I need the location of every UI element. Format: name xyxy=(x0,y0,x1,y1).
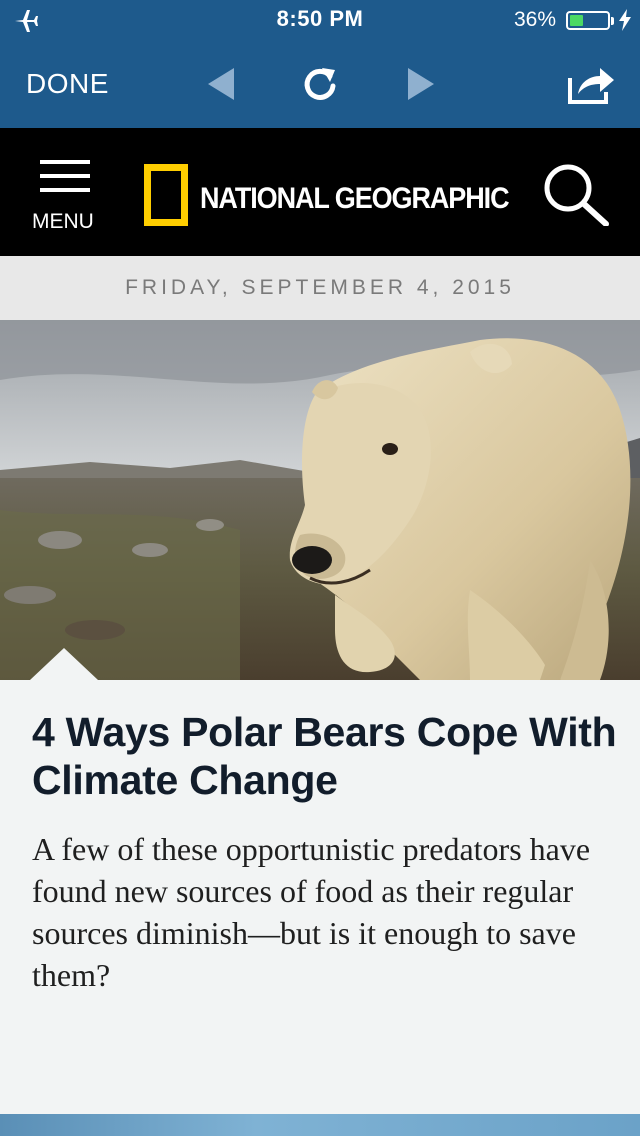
menu-label: MENU xyxy=(32,210,94,233)
charging-bolt-icon xyxy=(619,9,631,31)
status-bar: 8:50 PM 36% xyxy=(0,0,640,40)
share-icon[interactable] xyxy=(566,62,616,106)
back-arrow-icon[interactable] xyxy=(202,64,242,104)
hero-image-polar-bear[interactable] xyxy=(0,320,640,680)
search-icon[interactable] xyxy=(540,162,612,226)
forward-arrow-icon[interactable] xyxy=(400,64,440,104)
site-header: MENU NATIONAL GEOGRAPHIC xyxy=(0,128,640,256)
hamburger-icon xyxy=(30,160,100,192)
battery-percent: 36% xyxy=(513,8,556,31)
browser-chrome: 8:50 PM 36% DONE xyxy=(0,0,640,128)
battery-level-fill xyxy=(570,15,583,26)
article-dek: A few of these opportunistic predators h… xyxy=(32,831,591,993)
menu-button[interactable]: MENU xyxy=(30,160,100,233)
yellow-border-logo-icon xyxy=(144,164,188,226)
reload-icon[interactable] xyxy=(300,64,340,104)
browser-toolbar: DONE xyxy=(0,44,640,128)
site-logo[interactable]: NATIONAL GEOGRAPHIC xyxy=(142,164,510,228)
article-headline[interactable]: 4 Ways Polar Bears Cope With Climate Cha… xyxy=(32,708,622,804)
next-article-image-edge[interactable] xyxy=(0,1114,640,1136)
battery-icon xyxy=(566,11,614,30)
caret-pointer xyxy=(30,648,98,680)
date-bar: FRIDAY, SEPTEMBER 4, 2015 xyxy=(0,256,640,320)
brand-wordmark: NATIONAL GEOGRAPHIC xyxy=(200,182,510,215)
article-card[interactable]: 4 Ways Polar Bears Cope With Climate Cha… xyxy=(0,648,640,1114)
done-button[interactable]: DONE xyxy=(26,68,109,100)
